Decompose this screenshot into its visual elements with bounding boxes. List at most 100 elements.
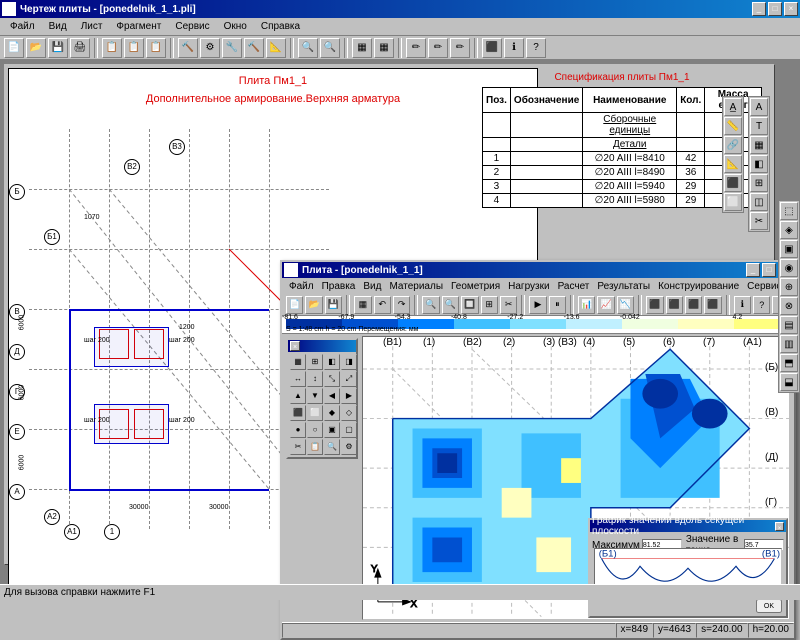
toolbar-button[interactable]: 📋 bbox=[146, 38, 166, 58]
child-toolbar-button[interactable]: ⬛ bbox=[646, 296, 663, 314]
toolbar-button[interactable]: ✏ bbox=[428, 38, 448, 58]
toolbar-button[interactable]: ✏ bbox=[406, 38, 426, 58]
palette-button[interactable]: ▼ bbox=[307, 388, 323, 404]
menu-service[interactable]: Сервис bbox=[169, 19, 215, 34]
graph-ok-button[interactable]: OK bbox=[756, 599, 782, 613]
menu-fragment[interactable]: Фрагмент bbox=[110, 19, 167, 34]
child-toolbar-button[interactable]: ⬛ bbox=[666, 296, 683, 314]
child-toolbar-button[interactable]: 🔍 bbox=[442, 296, 459, 314]
cmenu-loads[interactable]: Нагрузки bbox=[504, 280, 553, 293]
child-maximize[interactable]: □ bbox=[762, 263, 776, 277]
toolbar-button[interactable]: ℹ bbox=[504, 38, 524, 58]
tool-icon[interactable]: ◉ bbox=[780, 259, 798, 277]
toolbar-button[interactable]: ⬛ bbox=[482, 38, 502, 58]
palette-button[interactable]: ⬛ bbox=[290, 405, 306, 421]
cmenu-calc[interactable]: Расчет bbox=[554, 280, 594, 293]
minimize-button[interactable]: _ bbox=[752, 2, 766, 16]
child-toolbar-button[interactable]: 🔍 bbox=[422, 296, 439, 314]
child-toolbar-button[interactable]: ⏸ bbox=[549, 296, 566, 314]
cmenu-edit[interactable]: Правка bbox=[318, 280, 360, 293]
tool-icon[interactable]: ▤ bbox=[780, 316, 798, 334]
child-toolbar-button[interactable]: 📂 bbox=[305, 296, 322, 314]
tool-icon[interactable]: ◈ bbox=[780, 221, 798, 239]
tool-icon[interactable]: 📏 bbox=[724, 117, 742, 135]
toolbar-button[interactable]: 🖨 bbox=[70, 38, 90, 58]
section-graph-window[interactable]: График значений вдоль секущей плоскости … bbox=[588, 518, 788, 618]
tool-palette[interactable]: × ▦⊞◧◨↔↕⤡⤢▲▼◀▶⬛⬜◆◇●○▣▢✂📋🔍⚙ bbox=[286, 338, 358, 459]
child-toolbar-button[interactable]: ⊞ bbox=[481, 296, 498, 314]
palette-button[interactable]: ↕ bbox=[307, 371, 323, 387]
tool-icon[interactable]: ⬜ bbox=[724, 193, 742, 211]
palette-button[interactable]: ⚙ bbox=[341, 439, 357, 455]
palette-button[interactable]: ◆ bbox=[324, 405, 340, 421]
palette-button[interactable]: ● bbox=[290, 422, 306, 438]
palette-titlebar[interactable]: × bbox=[288, 340, 356, 352]
toolbar-button[interactable]: 🔧 bbox=[222, 38, 242, 58]
palette-button[interactable]: ▢ bbox=[341, 422, 357, 438]
toolbar-button[interactable]: ? bbox=[526, 38, 546, 58]
child-toolbar-button[interactable]: 📊 bbox=[578, 296, 595, 314]
child-toolbar-button[interactable]: ⬛ bbox=[704, 296, 721, 314]
tool-icon[interactable]: ⬛ bbox=[724, 174, 742, 192]
palette-button[interactable]: ▲ bbox=[290, 388, 306, 404]
tool-icon[interactable]: ⊕ bbox=[780, 278, 798, 296]
child-toolbar-button[interactable]: ? bbox=[753, 296, 770, 314]
tool-icon[interactable]: ⬒ bbox=[780, 354, 798, 372]
close-button[interactable]: × bbox=[784, 2, 798, 16]
palette-button[interactable]: 📋 bbox=[307, 439, 323, 455]
toolbar-button[interactable]: 🔨 bbox=[244, 38, 264, 58]
child-toolbar-button[interactable]: 📉 bbox=[617, 296, 634, 314]
child-toolbar-button[interactable]: ℹ bbox=[734, 296, 751, 314]
palette-button[interactable]: ◧ bbox=[324, 354, 340, 370]
tool-icon[interactable]: ◧ bbox=[750, 155, 768, 173]
tool-icon[interactable]: ⬚ bbox=[780, 202, 798, 220]
tool-icon[interactable]: ▣ bbox=[780, 240, 798, 258]
tool-icon[interactable]: 🔗 bbox=[724, 136, 742, 154]
palette-button[interactable]: ◨ bbox=[341, 354, 357, 370]
tool-icon[interactable]: ⬓ bbox=[780, 373, 798, 391]
child-toolbar-button[interactable]: 📄 bbox=[286, 296, 303, 314]
palette-button[interactable]: ○ bbox=[307, 422, 323, 438]
child-toolbar-button[interactable]: 🔲 bbox=[461, 296, 478, 314]
palette-button[interactable]: ◇ bbox=[341, 405, 357, 421]
palette-button[interactable]: ⊞ bbox=[307, 354, 323, 370]
cmenu-materials[interactable]: Материалы bbox=[385, 280, 447, 293]
toolbar-button[interactable]: 📋 bbox=[102, 38, 122, 58]
toolbar-button[interactable]: 📋 bbox=[124, 38, 144, 58]
child-toolbar-button[interactable]: ↶ bbox=[374, 296, 391, 314]
palette-button[interactable]: 🔍 bbox=[324, 439, 340, 455]
toolbar-button[interactable]: 💾 bbox=[48, 38, 68, 58]
tool-icon[interactable]: ◫ bbox=[750, 193, 768, 211]
cmenu-file[interactable]: Файл bbox=[285, 280, 318, 293]
toolbar-button[interactable]: 🔍 bbox=[298, 38, 318, 58]
palette-button[interactable]: ◀ bbox=[324, 388, 340, 404]
child-toolbar-button[interactable]: ⬛ bbox=[685, 296, 702, 314]
palette-button[interactable]: ⤢ bbox=[341, 371, 357, 387]
child-toolbar-button[interactable]: ✂ bbox=[500, 296, 517, 314]
cmenu-results[interactable]: Результаты bbox=[593, 280, 654, 293]
palette-button[interactable]: ▦ bbox=[290, 354, 306, 370]
child-minimize[interactable]: _ bbox=[746, 263, 760, 277]
toolbar-button[interactable]: 🔍 bbox=[320, 38, 340, 58]
tool-icon[interactable]: ⊞ bbox=[750, 174, 768, 192]
child-toolbar-button[interactable]: 📈 bbox=[597, 296, 614, 314]
toolbar-button[interactable]: 🔨 bbox=[178, 38, 198, 58]
graph-titlebar[interactable]: График значений вдоль секущей плоскости … bbox=[590, 520, 786, 532]
palette-button[interactable]: ▶ bbox=[341, 388, 357, 404]
toolbar-button[interactable]: ✏ bbox=[450, 38, 470, 58]
cmenu-design[interactable]: Конструирование bbox=[654, 280, 743, 293]
menu-window[interactable]: Окно bbox=[218, 19, 253, 34]
tool-icon[interactable]: 📐 bbox=[724, 155, 742, 173]
palette-close[interactable]: × bbox=[290, 341, 300, 351]
palette-button[interactable]: ⬜ bbox=[307, 405, 323, 421]
toolbar-button[interactable]: 📂 bbox=[26, 38, 46, 58]
maximize-button[interactable]: □ bbox=[768, 2, 782, 16]
toolbar-button[interactable]: 📄 bbox=[4, 38, 24, 58]
menu-view[interactable]: Вид bbox=[43, 19, 73, 34]
toolbar-button[interactable]: 📐 bbox=[266, 38, 286, 58]
toolbar-button[interactable]: ▦ bbox=[352, 38, 372, 58]
toolbar-button[interactable]: ▦ bbox=[374, 38, 394, 58]
tool-icon[interactable]: ✂ bbox=[750, 212, 768, 230]
graph-close[interactable]: × bbox=[775, 522, 784, 531]
child-titlebar[interactable]: Плита - [ponedelnik_1_1] _ □ × bbox=[282, 262, 794, 278]
